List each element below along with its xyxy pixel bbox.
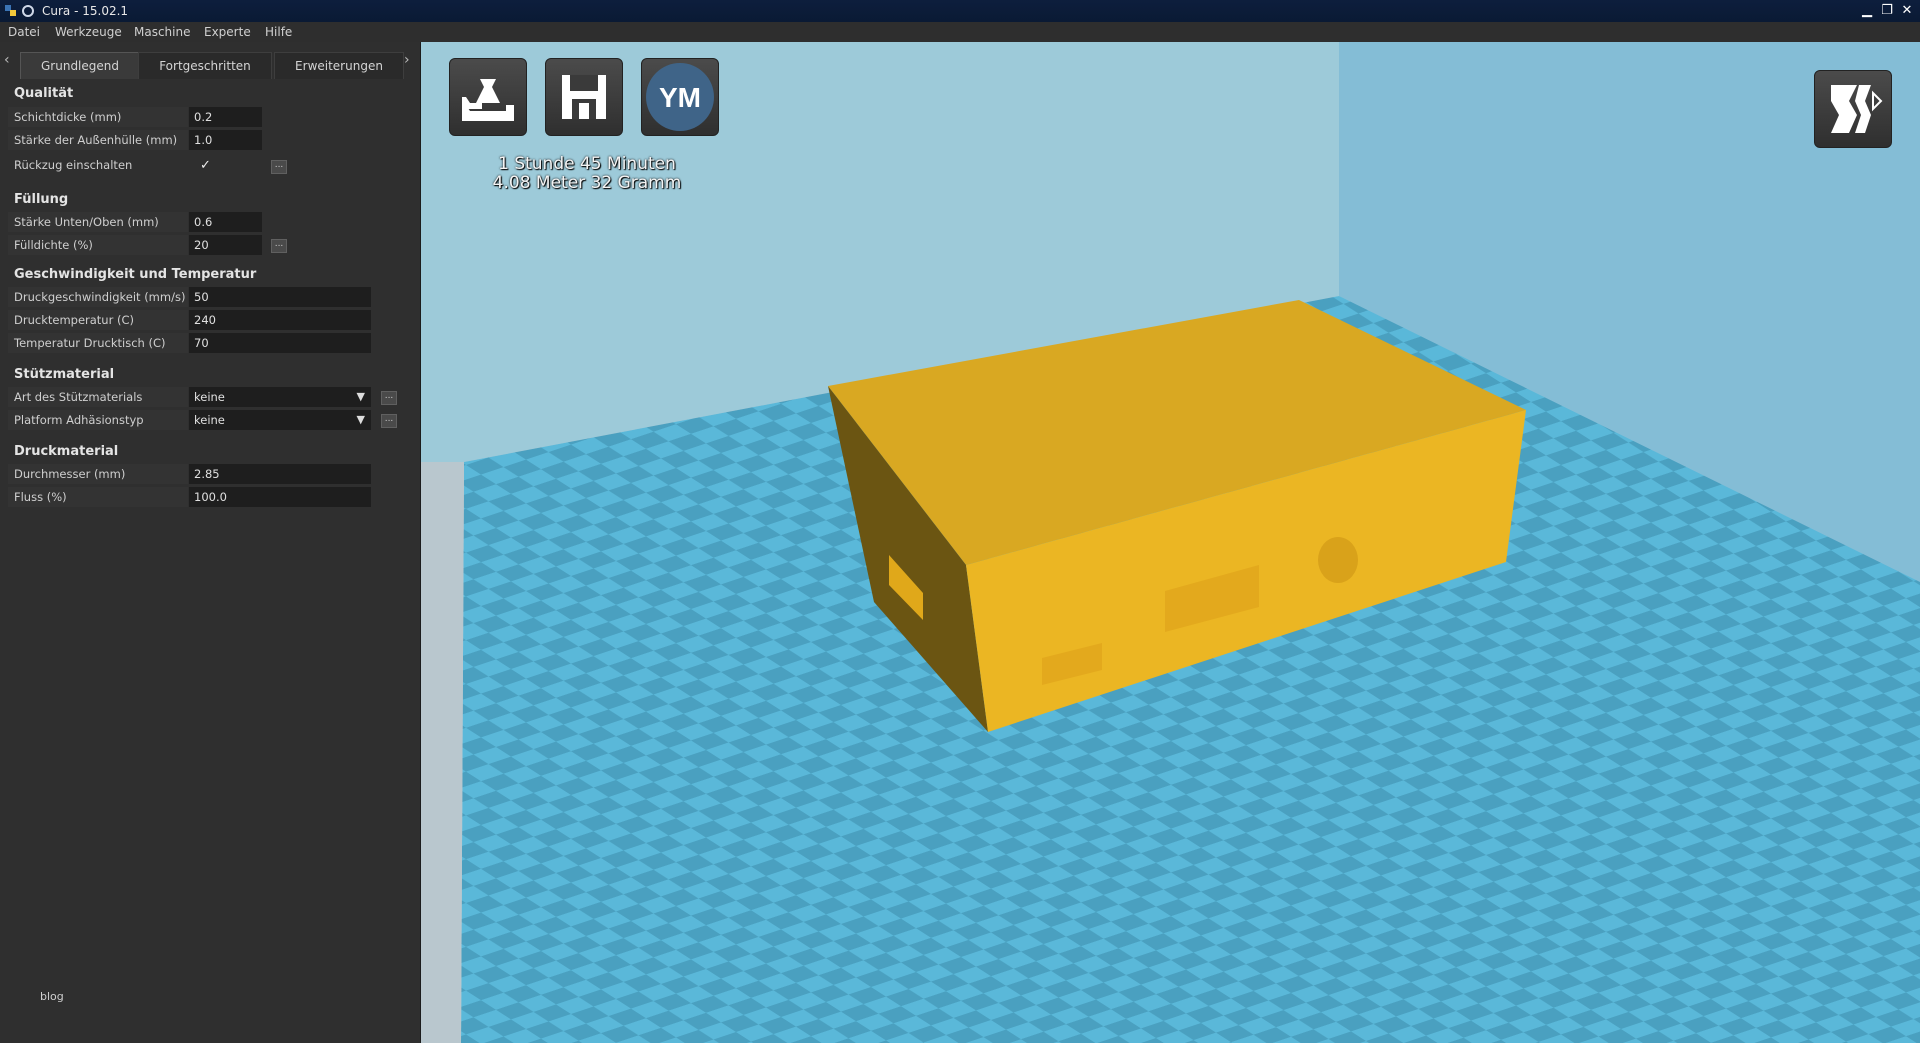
chevron-down-icon: ▼ [356,413,365,426]
retraction-settings-button[interactable]: ... [271,160,287,174]
menu-bar: Datei Werkzeuge Maschine Experte Hilfe [0,22,1920,42]
adhesion-value: keine [194,413,225,427]
diameter-label: Durchmesser (mm) [14,467,126,481]
support-type-label: Art des Stützmaterials [14,390,143,404]
print-speed-label: Druckgeschwindigkeit (mm/s) [14,290,186,304]
section-title-support: Stützmaterial [14,367,115,382]
settings-sidebar: ‹ Grundlegend Fortgeschritten Erweiterun… [0,42,421,1043]
menu-hilfe[interactable]: Hilfe [265,25,292,39]
tab-scroll-right-icon[interactable]: › [404,52,410,68]
support-type-value: keine [194,390,225,404]
support-type-select[interactable]: keine ▼ [189,387,371,407]
minimize-icon[interactable]: ▁ [1858,2,1876,20]
menu-maschine[interactable]: Maschine [134,25,190,39]
ym-label: YM [659,82,701,113]
fill-density-label: Fülldichte (%) [14,238,93,252]
restore-icon[interactable]: ❐ [1878,2,1896,20]
chevron-down-icon: ▼ [356,390,365,403]
section-title-filament: Druckmaterial [14,444,119,459]
shell-thickness-field[interactable]: 1.0 [189,130,262,150]
section-title-fill: Füllung [14,192,69,207]
print-material-text: 4.08 Meter 32 Gramm [492,173,682,193]
tab-grundlegend[interactable]: Grundlegend [20,52,140,79]
3d-viewport[interactable]: YM 1 Stunde 45 Minuten 4.08 Meter 32 Gra… [421,42,1920,1043]
view-mode-icon [1831,85,1883,133]
retraction-checkbox[interactable]: ✓ [200,159,214,173]
view-mode-button[interactable] [1814,70,1892,148]
print-temp-label: Drucktemperatur (C) [14,313,134,327]
footer-text: blog [40,990,64,1003]
flow-label: Fluss (%) [14,490,67,504]
print-temp-field[interactable]: 240 [189,310,371,330]
layer-height-field[interactable]: 0.2 [189,107,262,127]
flow-field[interactable]: 100.0 [189,487,371,507]
section-title-speed: Geschwindigkeit und Temperatur [14,267,257,282]
python-app-icon [5,5,34,17]
title-bar: Cura - 15.02.1 ▁ ❐ ✕ [0,0,1920,22]
print-time-text: 1 Stunde 45 Minuten [498,154,676,174]
tab-fortgeschritten[interactable]: Fortgeschritten [138,52,272,79]
fill-settings-button[interactable]: ... [271,239,287,253]
bottom-top-field[interactable]: 0.6 [189,212,262,232]
menu-datei[interactable]: Datei [8,25,40,39]
model-round-hole [1318,537,1358,583]
support-settings-button[interactable]: ... [381,391,397,405]
menu-experte[interactable]: Experte [204,25,251,39]
close-icon[interactable]: ✕ [1898,2,1916,20]
tab-erweiterungen[interactable]: Erweiterungen [274,52,404,79]
adhesion-settings-button[interactable]: ... [381,414,397,428]
load-button[interactable] [449,58,527,136]
section-title-quality: Qualität [14,86,74,101]
bed-temp-label: Temperatur Drucktisch (C) [14,336,166,350]
print-speed-field[interactable]: 50 [189,287,371,307]
ym-button[interactable]: YM [641,58,719,136]
adhesion-label: Platform Adhäsionstyp [14,413,144,427]
retraction-label: Rückzug einschalten [14,158,133,172]
window-title: Cura - 15.02.1 [42,4,129,18]
bottom-top-label: Stärke Unten/Oben (mm) [14,215,159,229]
floor-edge [421,462,464,1043]
fill-density-field[interactable]: 20 [189,235,262,255]
adhesion-select[interactable]: keine ▼ [189,410,371,430]
layer-height-label: Schichtdicke (mm) [14,110,122,124]
load-icon [462,79,514,121]
shell-thickness-label: Stärke der Außenhülle (mm) [14,133,178,147]
diameter-field[interactable]: 2.85 [189,464,371,484]
save-icon [562,75,606,119]
save-button[interactable] [545,58,623,136]
settings-tabs: ‹ Grundlegend Fortgeschritten Erweiterun… [0,48,420,79]
ym-icon: YM [646,63,714,131]
tab-scroll-left-icon[interactable]: ‹ [4,52,10,68]
menu-werkzeuge[interactable]: Werkzeuge [55,25,122,39]
bed-temp-field[interactable]: 70 [189,333,371,353]
